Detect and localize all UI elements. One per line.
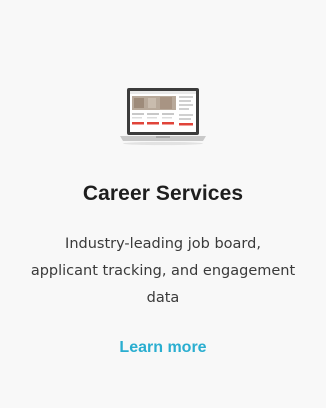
career-services-card: Career Services Industry-leading job boa… — [0, 0, 326, 408]
card-title: Career Services — [82, 182, 244, 205]
card-description: Industry-leading job board, applicant tr… — [30, 236, 296, 306]
laptop-screen-icon — [120, 88, 206, 146]
learn-more-link[interactable]: Learn more — [0, 339, 326, 357]
